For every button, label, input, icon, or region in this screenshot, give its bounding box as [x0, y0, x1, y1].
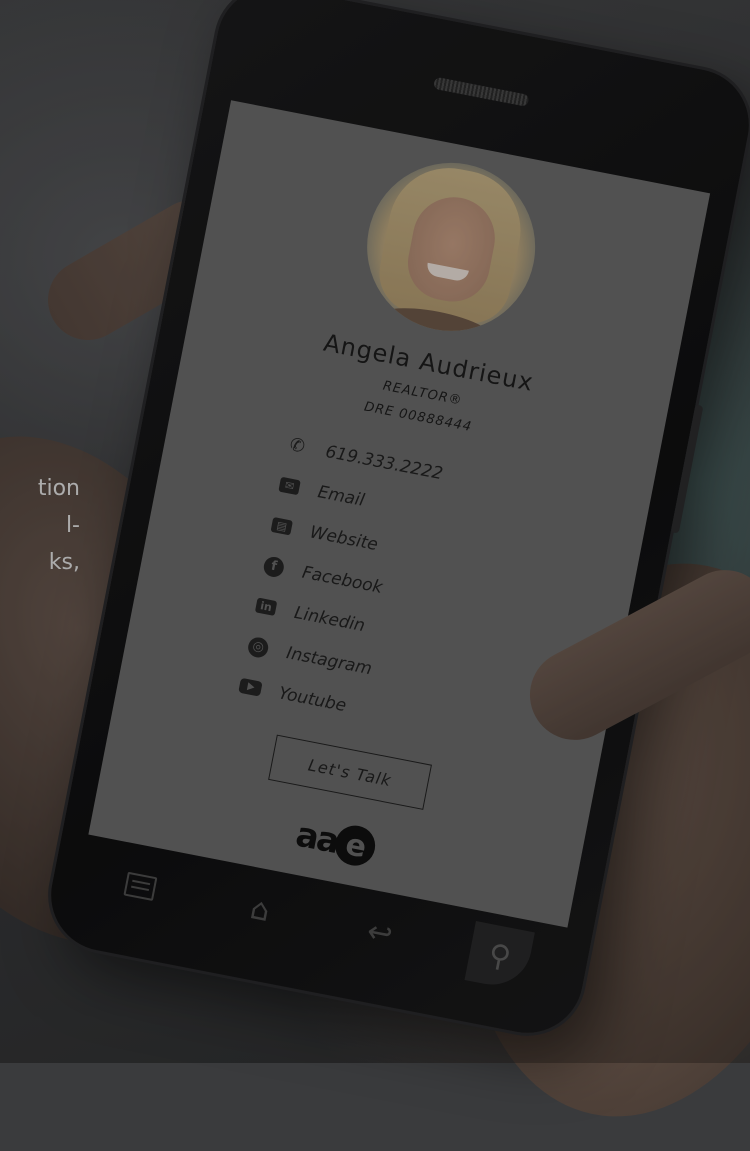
lets-talk-button[interactable]: Let's Talk: [268, 734, 432, 810]
link-label: Facebook: [300, 562, 385, 598]
search-icon: ⚲: [485, 936, 514, 976]
back-icon: ↩: [364, 913, 396, 953]
link-label: Linkedin: [292, 602, 367, 636]
logo-text: aa: [292, 814, 342, 862]
side-text-line: ks,: [48, 550, 80, 575]
search-button[interactable]: ⚲: [464, 921, 535, 992]
menu-icon: [123, 871, 158, 902]
instagram-icon: ◎: [243, 634, 273, 661]
menu-button[interactable]: [105, 851, 175, 921]
youtube-icon: [236, 674, 266, 701]
link-label: Youtube: [276, 682, 348, 716]
link-label: Website: [308, 521, 380, 555]
back-button[interactable]: ↩: [345, 898, 415, 968]
side-text-line: tion: [37, 476, 80, 501]
facebook-icon: f: [259, 553, 289, 580]
link-label: Email: [316, 481, 367, 511]
website-icon: ▤: [267, 513, 297, 540]
side-text-line: l-: [65, 513, 80, 538]
home-button[interactable]: ⌂: [225, 874, 295, 944]
brand-logo: aa e: [280, 810, 390, 873]
contact-links: ✆ 619.333.2222 ✉ Email ▤ Website f Faceb…: [234, 423, 583, 762]
profile-photo: [352, 148, 550, 346]
phone-icon: ✆: [287, 433, 307, 458]
cropped-side-text: tion l- ks,: [0, 470, 80, 581]
linkedin-icon: in: [251, 593, 281, 620]
email-icon: ✉: [275, 473, 305, 500]
link-label: Instagram: [284, 642, 374, 679]
home-icon: ⌂: [247, 890, 273, 929]
